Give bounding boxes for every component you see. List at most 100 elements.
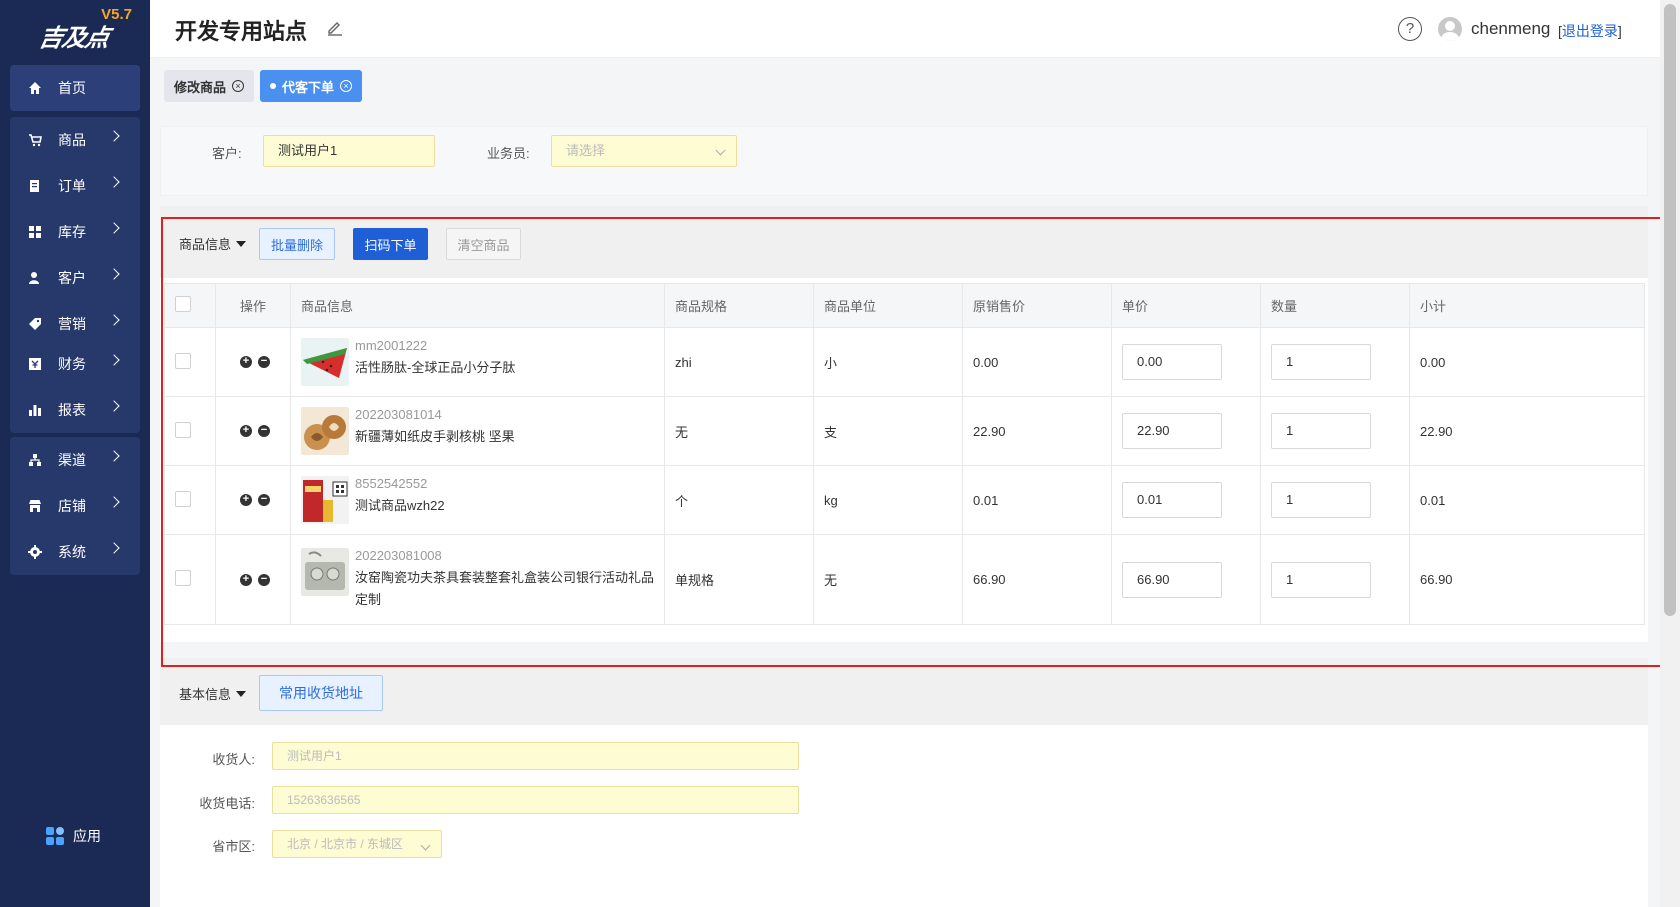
- finance-icon: [28, 357, 42, 371]
- batch-delete-button[interactable]: 批量删除: [259, 228, 335, 260]
- row-checkbox[interactable]: [175, 570, 191, 586]
- product-spec: zhi: [664, 327, 814, 397]
- row-checkbox[interactable]: [175, 490, 191, 507]
- version-badge: V5.7: [101, 6, 132, 23]
- original-price: 22.90: [962, 396, 1112, 466]
- product-spec: 单规格: [664, 534, 814, 625]
- phone-label: 收货电话:: [199, 796, 255, 811]
- sidebar-item-label: 营销: [58, 316, 86, 332]
- page-tabs: 修改商品 × 代客下单 ×: [164, 70, 363, 102]
- sidebar-item-customers[interactable]: 客户: [10, 255, 140, 301]
- table-header-row: 操作 商品信息 商品规格 商品单位 原销售价 单价 数量 小计: [164, 283, 1645, 328]
- salesman-select[interactable]: 请选择: [551, 135, 737, 167]
- remove-icon[interactable]: −: [258, 494, 270, 506]
- product-unit: kg: [813, 465, 963, 535]
- sidebar-item-system[interactable]: 系统: [10, 529, 140, 575]
- remove-icon[interactable]: −: [258, 356, 270, 368]
- chevron-right-icon: [108, 268, 120, 280]
- close-icon[interactable]: ×: [232, 80, 245, 92]
- chevron-down-icon: [715, 145, 726, 156]
- sidebar-item-stores[interactable]: 店铺: [10, 483, 140, 529]
- chevron-right-icon: [108, 314, 120, 326]
- remove-icon[interactable]: −: [258, 425, 270, 437]
- product-thumbnail: [301, 548, 349, 596]
- add-icon[interactable]: +: [240, 494, 252, 506]
- quantity-input[interactable]: 1: [1271, 561, 1371, 598]
- table-row: + − 202203081014 新疆薄如纸皮手剥核桃 坚果 无 支 22.90 2…: [164, 396, 1645, 466]
- base-section-title[interactable]: 基本信息: [179, 684, 247, 703]
- page-scrollbar[interactable]: [1660, 0, 1680, 907]
- caret-down-icon: [236, 240, 247, 247]
- sidebar-item-channels[interactable]: 渠道: [10, 437, 140, 483]
- edit-icon[interactable]: [326, 18, 344, 36]
- sidebar-item-label: 客户: [58, 270, 86, 286]
- receiver-field[interactable]: 测试用户1: [272, 742, 799, 770]
- unit-price-input[interactable]: 22.90: [1122, 413, 1222, 449]
- chevron-right-icon: [108, 496, 120, 508]
- customer-field[interactable]: 测试用户1: [263, 135, 435, 167]
- unit-price-input[interactable]: 0.00: [1122, 344, 1222, 380]
- phone-field[interactable]: 15263636565: [272, 786, 799, 814]
- sidebar-item-goods[interactable]: 商品: [10, 117, 140, 163]
- apps-button[interactable]: 应用: [46, 826, 101, 846]
- sidebar-item-finance[interactable]: 财务: [10, 341, 140, 387]
- scan-order-button[interactable]: 扫码下单: [353, 228, 428, 260]
- brand-logo[interactable]: 吉及点 V5.7: [32, 6, 132, 52]
- chevron-right-icon: [108, 222, 120, 234]
- column-header: 商品单位: [813, 283, 963, 328]
- sidebar-item-label: 商品: [58, 132, 86, 148]
- clear-goods-button[interactable]: 清空商品: [446, 228, 521, 260]
- product-thumbnail: [301, 407, 349, 455]
- quantity-input[interactable]: 1: [1271, 344, 1371, 380]
- avatar[interactable]: [1438, 17, 1462, 41]
- gear-icon: [28, 545, 42, 559]
- sidebar-item-orders[interactable]: 订单: [10, 163, 140, 209]
- top-header: 开发专用站点 ? chenmeng [退出登录]: [150, 0, 1660, 58]
- chevron-down-icon: [420, 840, 431, 851]
- column-header: 数量: [1260, 283, 1410, 328]
- select-all-checkbox[interactable]: [175, 296, 191, 312]
- username[interactable]: chenmeng: [1471, 19, 1550, 39]
- tab-label: 修改商品: [174, 79, 227, 95]
- subtotal: 66.90: [1409, 534, 1645, 625]
- base-info-panel: 基本信息 常用收货地址 收货人: 测试用户1 收货电话: 15263636565…: [160, 658, 1648, 907]
- salesman-label: 业务员:: [487, 146, 530, 161]
- unit-price-input[interactable]: 66.90: [1122, 561, 1222, 598]
- product-thumbnail: [301, 338, 349, 386]
- product-code: 8552542552: [355, 476, 428, 491]
- table-row: + − mm2001222 活性肠肽-全球正品小分子肽 zhi 小 0.00 0.0…: [164, 327, 1645, 397]
- row-checkbox[interactable]: [175, 421, 191, 438]
- scrollbar-thumb[interactable]: [1664, 4, 1676, 616]
- add-icon[interactable]: +: [240, 356, 252, 368]
- region-select[interactable]: 北京 / 北京市 / 东城区: [272, 830, 442, 858]
- add-icon[interactable]: +: [240, 573, 252, 586]
- sidebar-item-inventory[interactable]: 库存: [10, 209, 140, 255]
- quantity-input[interactable]: 1: [1271, 413, 1371, 449]
- cart-icon: [28, 133, 42, 147]
- remove-icon[interactable]: −: [258, 573, 270, 586]
- product-code: 202203081008: [355, 548, 442, 563]
- tab-proxy-order[interactable]: 代客下单 ×: [260, 70, 363, 102]
- product-unit: 支: [813, 396, 963, 466]
- goods-section-title[interactable]: 商品信息: [179, 234, 247, 253]
- common-address-button[interactable]: 常用收货地址: [259, 675, 383, 711]
- sidebar-item-label: 库存: [58, 224, 86, 240]
- original-price: 0.00: [962, 327, 1112, 397]
- nav-group-finance: 财务 报表: [10, 341, 140, 433]
- customer-icon: [28, 271, 42, 285]
- product-name: 活性肠肽-全球正品小分子肽: [355, 360, 516, 375]
- unit-price-input[interactable]: 0.01: [1122, 482, 1222, 518]
- logo-text: 吉及点: [36, 23, 112, 52]
- add-icon[interactable]: +: [240, 425, 252, 437]
- sidebar-item-home[interactable]: 首页: [10, 65, 140, 111]
- help-icon[interactable]: ?: [1398, 17, 1422, 41]
- sidebar-item-label: 财务: [58, 356, 86, 372]
- sidebar-item-reports[interactable]: 报表: [10, 387, 140, 433]
- close-icon[interactable]: ×: [340, 80, 353, 92]
- product-name: 测试商品wzh22: [355, 498, 445, 513]
- logout-link[interactable]: 退出登录: [1562, 23, 1618, 39]
- row-checkbox[interactable]: [175, 352, 191, 369]
- quantity-input[interactable]: 1: [1271, 482, 1371, 518]
- tab-edit-goods[interactable]: 修改商品 ×: [164, 70, 255, 102]
- column-header: 小计: [1409, 283, 1645, 328]
